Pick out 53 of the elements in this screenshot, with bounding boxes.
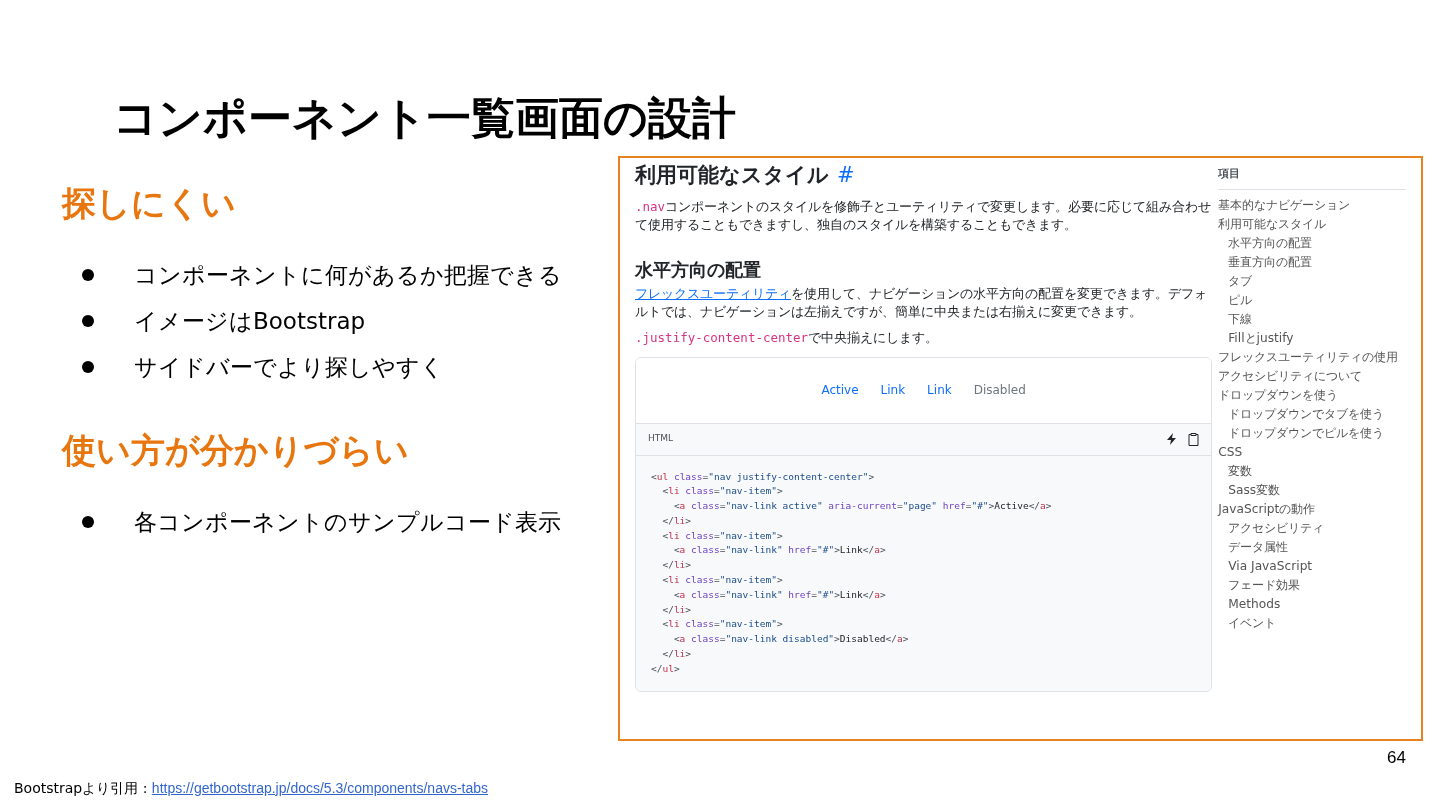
toc-link[interactable]: アクセシビリティについて [1218,366,1363,386]
citation-link[interactable]: https://getbootstrap.jp/docs/5.3/components/navs-tabs [151,777,489,799]
toc-link[interactable]: Sass変数 [1228,480,1281,500]
toc-link[interactable]: 変数 [1228,461,1253,481]
subsection-heading: 水平方向の配置 [635,257,761,282]
bullet-text: コンポーネントに何があるか把握できる [134,261,562,290]
code-language-label: HTML [648,432,674,446]
toc-link[interactable]: フェード効果 [1228,575,1301,595]
intro-paragraph: .navコンポーネントのスタイルを修飾子とユーティリティで変更します。必要に応じて組み合わせて使用することもできますし、独自のスタイルを構築することもできます。 [635,197,1213,234]
slide-title: コンポーネント一覧画面の設計 [113,91,736,145]
toc-link[interactable]: アクセシビリティ [1228,518,1325,538]
bullet-text: 各コンポーネントのサンプルコード表示 [134,508,561,537]
section-heading: 利用可能なスタイル [635,162,829,189]
bullet-text: サイドバーでより探しやすく [134,353,444,382]
bullet-icon [82,315,94,327]
lightning-icon[interactable] [1167,433,1177,445]
toc-link[interactable]: 利用可能なスタイル [1218,214,1327,234]
toc-link[interactable]: 基本的なナビゲーション [1218,195,1351,215]
toc-link[interactable]: JavaScriptの動作 [1218,499,1316,519]
inline-link[interactable]: フレックスユーティリティ [635,285,791,301]
toc-link[interactable]: Via JavaScript [1228,556,1313,576]
toc-link[interactable]: 水平方向の配置 [1228,233,1313,253]
toc-link[interactable]: ドロップダウンでピルを使う [1228,423,1385,443]
code-block: <ul class="nav justify-content-center"> <li class="nav-item"> <a class="nav-link active" aria-current="page" href="#">Active</a> </li> <li class="nav-item"> <a class="nav-link" href="#">Link</a> </li> <li class="nav-item"> <a class="nav-link" href="#">Link</a> </li> <li class="nav-item"> <a class="nav-link disabled">Disabled</a> </li> </ul> [636,455,1212,691]
bullet-icon [82,269,94,281]
toc-link[interactable]: フレックスユーティリティの使用 [1218,347,1399,367]
toc-link[interactable]: イベント [1228,613,1277,633]
note-paragraph: .justify-content-centerで中央揃えにします。 [635,328,940,347]
toc-link[interactable]: データ属性 [1228,537,1289,557]
page-number: 64 [1387,747,1406,769]
toc-link[interactable]: 垂直方向の配置 [1228,252,1313,272]
section-heading: 探しにくい [62,182,236,225]
nav-link[interactable]: Link [880,381,906,399]
toc-link[interactable]: ドロップダウンでタブを使う [1228,404,1385,424]
toc-link[interactable]: CSS [1218,442,1243,462]
clipboard-icon[interactable] [1188,432,1200,446]
nav-link: Disabled [973,382,1026,399]
toc-link[interactable]: ピル [1228,290,1253,310]
section-heading: 使い方が分かりづらい [62,429,409,472]
toc-link[interactable]: Fillとjustify [1228,328,1294,348]
bullet-icon [82,516,94,528]
nav-link[interactable]: Link [927,381,952,399]
nav-link[interactable]: Active [821,381,859,399]
toc-link[interactable]: タブ [1228,271,1253,291]
bullet-icon [82,361,94,373]
body-paragraph: フレックスユーティリティ を使用して、ナビゲーションの水平方向の配置を変更できます。デフォルトでは、ナビゲーションは左揃えですが、簡単に中央または右揃えに変更できます。 [635,284,1208,321]
citation-label: Bootstrapより引用 : [14,778,149,798]
toc-link[interactable]: Methods [1228,594,1281,614]
bullet-text: イメージはBootstrap [134,307,366,336]
toc-link[interactable]: ドロップダウンを使う [1218,385,1339,405]
toc-link[interactable]: 下線 [1228,309,1253,329]
anchor-link[interactable]: # [837,160,855,192]
toc-title: 項目 [1218,166,1406,190]
